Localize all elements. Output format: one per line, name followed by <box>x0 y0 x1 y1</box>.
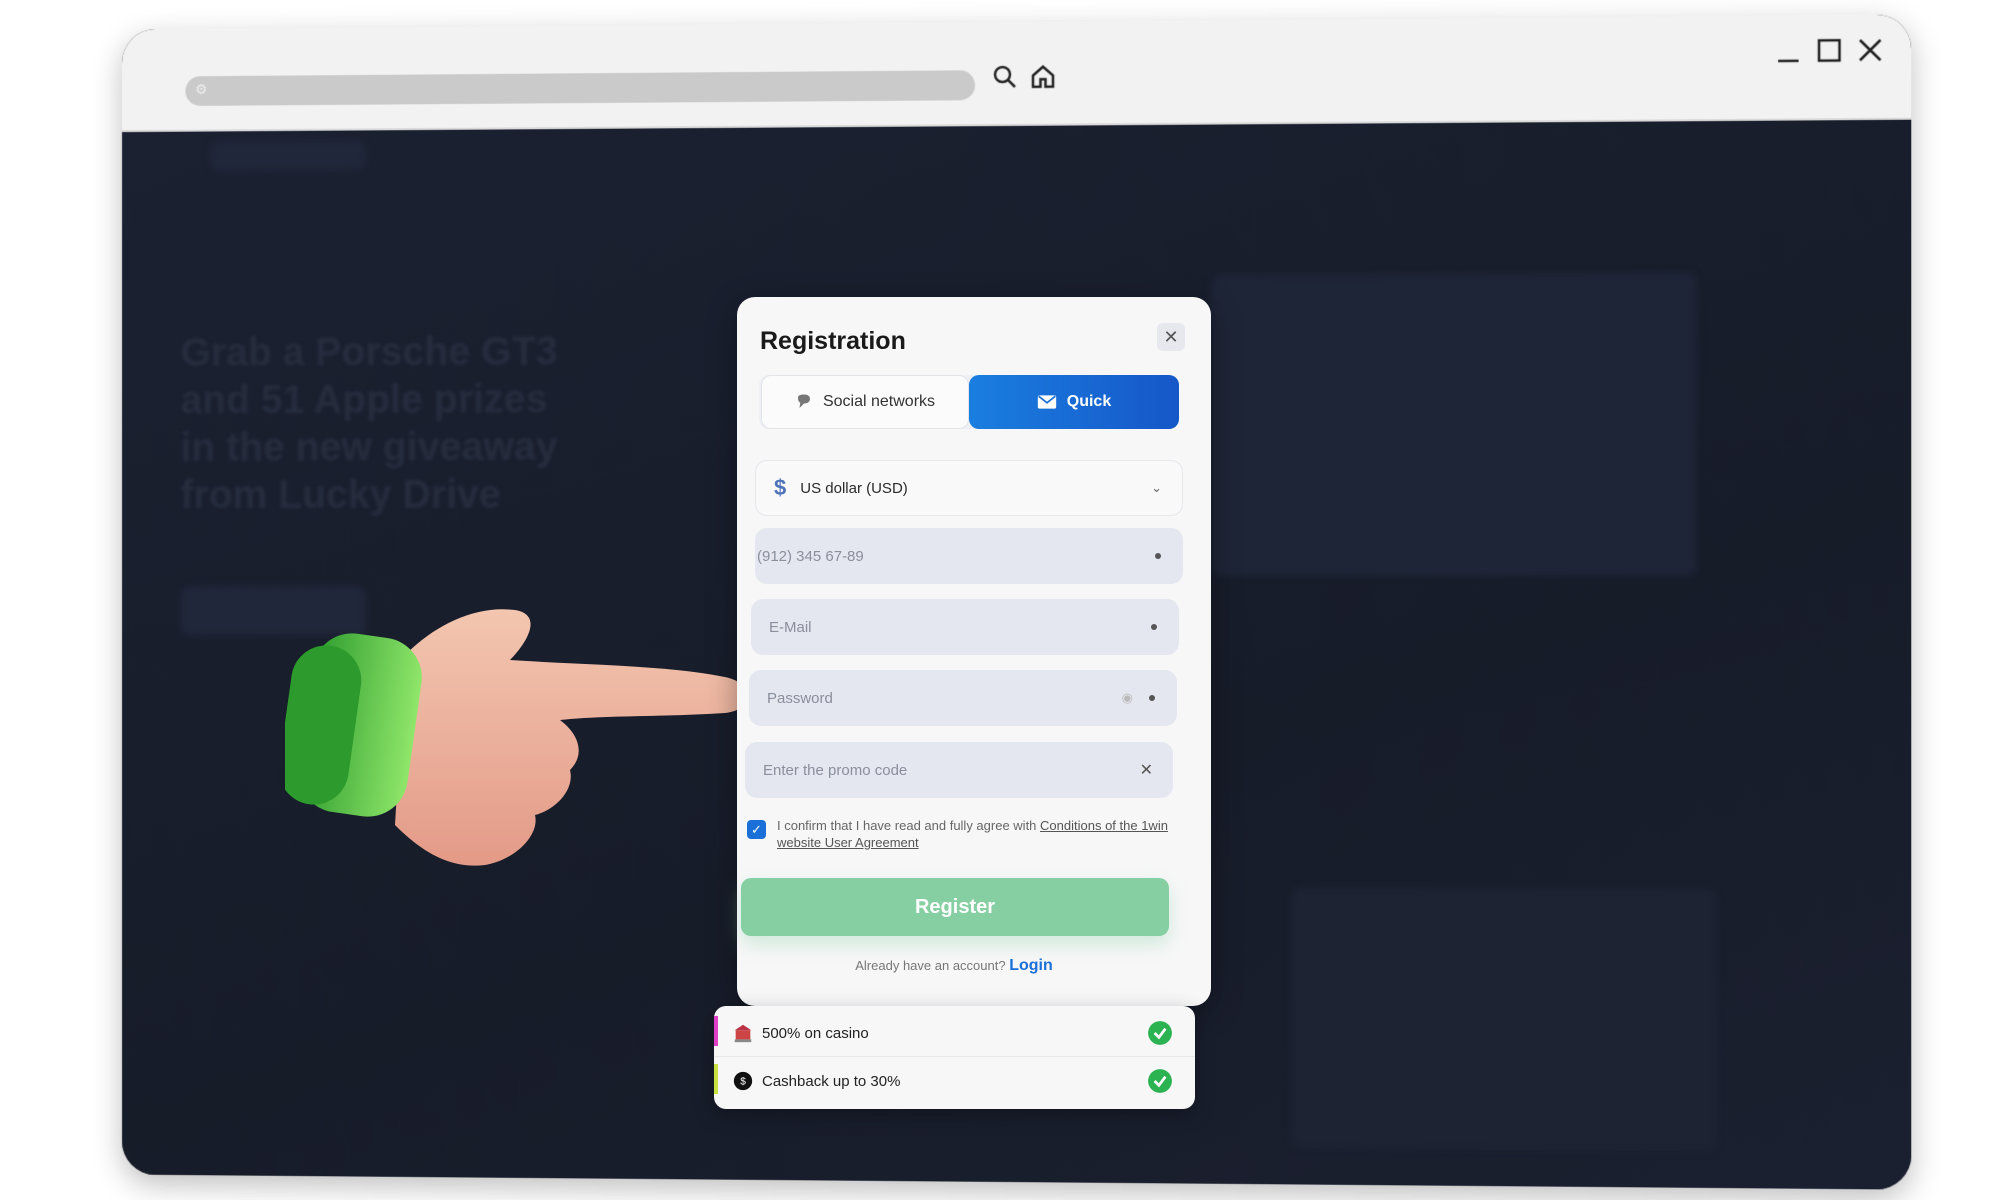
promo-code-input[interactable]: Enter the promo code ✕ <box>745 742 1173 798</box>
close-icon: ✕ <box>1163 327 1178 347</box>
bonus-list: 500% on casino $ Cashback up to 30% <box>714 1006 1195 1109</box>
phone-placeholder: (912) 345 67-89 <box>757 548 864 565</box>
tab-quick[interactable]: Quick <box>969 375 1179 429</box>
home-icon[interactable] <box>1028 62 1058 92</box>
address-bar[interactable]: ⚙ <box>185 70 975 106</box>
bonus-label: 500% on casino <box>762 1025 869 1042</box>
bonus-item: 500% on casino <box>714 1010 1195 1057</box>
eye-icon[interactable]: ◉ <box>1122 690 1133 706</box>
svg-text:$: $ <box>740 1077 746 1088</box>
verified-check-icon <box>1147 1020 1173 1046</box>
agreement-label: I confirm that I have read and fully agr… <box>777 818 1040 833</box>
email-input[interactable]: E-Mail <box>751 599 1179 655</box>
login-prompt-text: Already have an account? <box>855 958 1005 973</box>
tab-label: Social networks <box>823 393 935 411</box>
bonus-label: Cashback up to 30% <box>762 1073 900 1090</box>
chevron-down-icon: ⌄ <box>1151 480 1162 496</box>
minimize-icon[interactable] <box>1773 35 1804 66</box>
password-placeholder: Password <box>767 690 833 707</box>
close-icon[interactable] <box>1855 35 1886 66</box>
promo-headline: Grab a Porsche GT3 and 51 Apple prizes i… <box>181 328 593 519</box>
required-dot <box>1149 695 1155 701</box>
envelope-icon <box>1037 394 1057 410</box>
agreement-checkbox[interactable]: ✓ <box>747 820 766 839</box>
pointing-hand-illustration <box>285 585 755 875</box>
currency-select[interactable]: $ US dollar (USD) ⌄ <box>755 460 1183 516</box>
browser-toolbar: ⚙ <box>122 14 1911 132</box>
dollar-icon: $ <box>774 475 786 501</box>
modal-title: Registration <box>760 327 906 356</box>
clear-icon[interactable]: ✕ <box>1140 760 1153 780</box>
verified-check-icon <box>1147 1068 1173 1094</box>
register-button[interactable]: Register <box>741 878 1169 936</box>
bonus-item: $ Cashback up to 30% <box>714 1058 1195 1104</box>
login-link[interactable]: Login <box>1009 957 1053 974</box>
required-dot <box>1155 553 1161 559</box>
tab-social-networks[interactable]: Social networks <box>761 375 969 429</box>
required-dot <box>1151 624 1157 630</box>
phone-input[interactable]: (912) 345 67-89 <box>755 528 1183 584</box>
registration-tabs: Social networks Quick <box>759 375 1177 429</box>
login-prompt: Already have an account? Login <box>737 957 1171 975</box>
password-input[interactable]: Password ◉ <box>749 670 1177 726</box>
promo-placeholder: Enter the promo code <box>763 762 907 779</box>
agreement-text: I confirm that I have read and fully agr… <box>777 817 1177 851</box>
cashback-icon: $ <box>732 1070 754 1092</box>
registration-modal: Registration ✕ Social networks Quick $ U… <box>737 297 1211 1006</box>
site-settings-icon[interactable]: ⚙ <box>195 81 213 99</box>
search-icon[interactable] <box>990 62 1020 92</box>
maximize-icon[interactable] <box>1814 35 1845 66</box>
currency-value: US dollar (USD) <box>800 480 908 497</box>
tab-label: Quick <box>1067 393 1111 411</box>
casino-icon <box>732 1022 754 1044</box>
close-modal-button[interactable]: ✕ <box>1157 323 1185 351</box>
chat-bubble-icon <box>795 393 813 411</box>
email-placeholder: E-Mail <box>769 619 812 636</box>
